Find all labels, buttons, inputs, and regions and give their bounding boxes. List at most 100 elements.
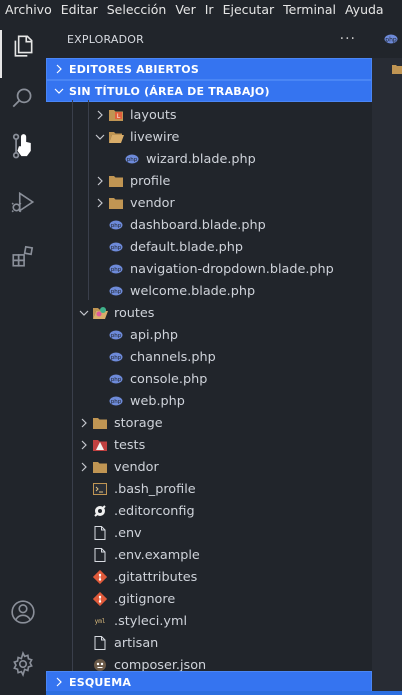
sidebar-header: EXPLORADOR ···: [46, 20, 372, 58]
tree-item-label: vendor: [114, 459, 159, 475]
menu-item-archivo[interactable]: Archivo: [0, 0, 56, 20]
svg-text:php: php: [111, 223, 122, 229]
more-actions-icon[interactable]: ···: [340, 31, 356, 47]
folder-routes-icon: [92, 305, 108, 321]
folder-icon: [92, 459, 108, 475]
tree-item-label: welcome.blade.php: [130, 283, 256, 299]
twistie-spacer: [76, 566, 92, 588]
blade-icon: php: [108, 283, 124, 299]
chevron-right-icon[interactable]: [92, 104, 108, 126]
tree-folder[interactable]: tests: [46, 434, 372, 456]
editor-area: php: [372, 20, 402, 695]
twistie-spacer: [92, 390, 108, 412]
twistie-spacer: [76, 522, 92, 544]
source-control-icon[interactable]: [7, 130, 39, 162]
folder-icon: [92, 415, 108, 431]
tree-item-label: default.blade.php: [130, 239, 244, 255]
chevron-down-icon[interactable]: [76, 302, 92, 324]
tree-folder[interactable]: profile: [46, 170, 372, 192]
svg-text:php: php: [111, 355, 122, 361]
git-icon: [92, 591, 108, 607]
open-editors-header[interactable]: EDITORES ABIERTOS: [46, 58, 372, 80]
tree-file[interactable]: php default.blade.php: [46, 236, 372, 258]
chevron-down-icon[interactable]: [92, 126, 108, 148]
editor-tab-bar: php: [372, 20, 402, 58]
tree-folder[interactable]: routes: [46, 302, 372, 324]
settings-gear-icon[interactable]: [7, 648, 39, 680]
tree-item-label: profile: [130, 173, 171, 189]
tree-item-label: console.php: [130, 371, 208, 387]
chevron-right-icon[interactable]: [76, 434, 92, 456]
workspace-header[interactable]: SIN TÍTULO (ÁREA DE TRABAJO): [46, 80, 372, 102]
tree-file[interactable]: php api.php: [46, 324, 372, 346]
menu-bar: Archivo Editar Selección Ver Ir Ejecutar Termi…: [0, 0, 402, 20]
file-icon: [92, 547, 108, 563]
chevron-right-icon[interactable]: [76, 456, 92, 478]
folder-open-icon: [108, 129, 124, 145]
svg-text:php: php: [111, 333, 122, 339]
chevron-down-icon: [51, 86, 67, 96]
tree-item-label: .gitignore: [114, 591, 176, 607]
blade-icon: php: [108, 217, 124, 233]
menu-item-ver[interactable]: Ver: [170, 0, 199, 20]
chevron-right-icon[interactable]: [92, 170, 108, 192]
tree-item-label: channels.php: [130, 349, 216, 365]
menu-item-ir[interactable]: Ir: [200, 0, 218, 20]
tree-folder[interactable]: vendor: [46, 192, 372, 214]
tree-item-label: artisan: [114, 635, 159, 651]
svg-text:php: php: [127, 157, 138, 163]
blade-icon: php: [124, 151, 140, 167]
tree-folder[interactable]: vendor: [46, 456, 372, 478]
tree-file[interactable]: php console.php: [46, 368, 372, 390]
accounts-icon[interactable]: [7, 596, 39, 628]
tree-file[interactable]: .gitattributes: [46, 566, 372, 588]
tree-file[interactable]: php navigation-dropdown.blade.php: [46, 258, 372, 280]
svg-text:php: php: [111, 399, 122, 405]
outline-header[interactable]: ESQUEMA: [46, 671, 372, 693]
open-editors-label: EDITORES ABIERTOS: [69, 62, 199, 76]
tree-file[interactable]: .env: [46, 522, 372, 544]
tree-file[interactable]: php welcome.blade.php: [46, 280, 372, 302]
menu-item-terminal[interactable]: Terminal: [278, 0, 340, 20]
git-icon: [92, 569, 108, 585]
chevron-right-icon[interactable]: [92, 192, 108, 214]
tree-item-label: dashboard.blade.php: [130, 217, 266, 233]
twistie-spacer: [76, 478, 92, 500]
tree-item-label: .env.example: [114, 547, 200, 563]
tree-item-label: livewire: [130, 129, 180, 145]
tree-file[interactable]: .editorconfig: [46, 500, 372, 522]
file-icon: [92, 525, 108, 541]
tree-file[interactable]: .bash_profile: [46, 478, 372, 500]
extensions-icon[interactable]: [7, 240, 39, 272]
tree-file[interactable]: .gitignore: [46, 588, 372, 610]
twistie-spacer: [92, 280, 108, 302]
tree-file[interactable]: php web.php: [46, 390, 372, 412]
tree-file[interactable]: php channels.php: [46, 346, 372, 368]
svg-text:php: php: [111, 267, 122, 273]
tree-file[interactable]: artisan: [46, 632, 372, 654]
twistie-spacer: [92, 324, 108, 346]
explorer-icon[interactable]: [7, 30, 39, 62]
php-icon: php: [108, 393, 124, 409]
menu-item-editar[interactable]: Editar: [56, 0, 102, 20]
menu-item-ejecutar[interactable]: Ejecutar: [218, 0, 279, 20]
twistie-spacer: [76, 610, 92, 632]
tree-file[interactable]: php wizard.blade.php: [46, 148, 372, 170]
chevron-right-icon[interactable]: [76, 412, 92, 434]
tree-file[interactable]: yml .styleci.yml: [46, 610, 372, 632]
tree-folder[interactable]: storage: [46, 412, 372, 434]
menu-item-seleccion[interactable]: Selección: [102, 0, 171, 20]
twistie-spacer: [76, 500, 92, 522]
menu-item-ayuda[interactable]: Ayuda: [340, 0, 388, 20]
tree-file[interactable]: php dashboard.blade.php: [46, 214, 372, 236]
tree-file[interactable]: .env.example: [46, 544, 372, 566]
php-icon: php: [108, 371, 124, 387]
workspace-label: SIN TÍTULO (ÁREA DE TRABAJO): [69, 84, 270, 98]
twistie-spacer: [76, 632, 92, 654]
tree-folder[interactable]: livewire: [46, 126, 372, 148]
search-icon[interactable]: [7, 82, 39, 114]
twistie-spacer: [92, 368, 108, 390]
tree-folder[interactable]: Llayouts: [46, 104, 372, 126]
blade-icon: php: [108, 261, 124, 277]
run-debug-icon[interactable]: [7, 186, 39, 218]
